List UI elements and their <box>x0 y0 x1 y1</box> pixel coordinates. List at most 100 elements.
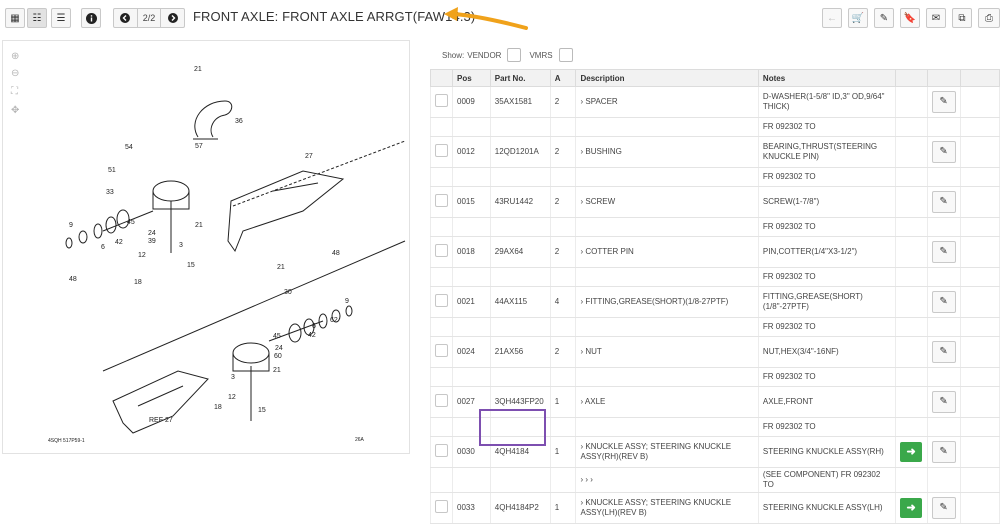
svg-text:15: 15 <box>187 262 195 269</box>
subrow-notes: FR 092302 TO <box>757 317 896 337</box>
next-page-button[interactable] <box>161 9 184 27</box>
svg-text:60: 60 <box>274 353 282 360</box>
row-checkbox[interactable] <box>435 94 448 107</box>
cell-description[interactable]: › KNUCKLE ASSY; STEERING KNUCKLE ASSY(RH… <box>575 436 759 468</box>
svg-text:42: 42 <box>115 239 123 246</box>
svg-text:39: 39 <box>148 238 156 245</box>
svg-text:3: 3 <box>231 374 235 381</box>
row-checkbox[interactable] <box>435 144 448 157</box>
cell-notes: D-WASHER(1-5/8" ID,3" OD,9/64" THICK) <box>757 86 896 118</box>
info-button[interactable] <box>81 8 101 28</box>
table-row[interactable]: 0015 43RU1442 2 › SCREW SCREW(1-7/8") ✎ <box>430 186 1000 218</box>
svg-text:54: 54 <box>125 144 133 151</box>
edit-row-button[interactable]: ✎ <box>931 291 956 313</box>
cell-description[interactable]: › NUT <box>575 336 759 368</box>
row-checkbox[interactable] <box>435 344 448 357</box>
menu-icon: ☰ <box>56 12 66 24</box>
row-checkbox[interactable] <box>435 394 448 407</box>
list-view-button[interactable]: ☷ <box>27 8 47 28</box>
subrow-notes: FR 092302 TO <box>757 217 896 237</box>
table-row[interactable]: 0021 44AX115 4 › FITTING,GREASE(SHORT)(1/8-… <box>430 286 1000 318</box>
grid-view-button[interactable]: ▦ <box>5 8 25 28</box>
svg-text:24: 24 <box>275 345 283 352</box>
col-pos[interactable]: Pos <box>452 69 491 87</box>
prev-page-button[interactable] <box>114 9 137 27</box>
row-checkbox[interactable] <box>435 294 448 307</box>
table-header-row: Pos Part No. A Description Notes <box>430 69 1000 87</box>
print-button[interactable]: ⎙ <box>978 8 1000 28</box>
cell-description[interactable]: › FITTING,GREASE(SHORT)(1/8-27PTF) <box>575 286 759 318</box>
pencil-icon: ✎ <box>939 502 948 513</box>
table-subrow: › › › (SEE COMPONENT) FR 092302 TO <box>430 467 1000 493</box>
cell-pos: 0015 <box>452 186 491 218</box>
svg-text:9: 9 <box>345 298 349 305</box>
svg-text:6: 6 <box>101 244 105 251</box>
go-to-component-button[interactable]: ➜ <box>900 498 923 518</box>
cell-a: 2 <box>549 336 577 368</box>
table-row[interactable]: 0033 4QH4184P2 1 › KNUCKLE ASSY; STEERING K… <box>430 492 1000 524</box>
table-row[interactable]: 0024 21AX56 2 › NUT NUT,HEX(3/4"-16NF) ✎ <box>430 336 1000 368</box>
row-checkbox[interactable] <box>435 244 448 257</box>
ref-label: REF 27 <box>149 417 173 424</box>
col-description[interactable]: Description <box>575 69 759 87</box>
pencil-icon: ✎ <box>939 446 948 457</box>
edit-button[interactable]: ✎ <box>874 8 894 28</box>
menu-button[interactable]: ☰ <box>51 8 71 28</box>
show-label: Show: <box>442 50 465 60</box>
vendor-checkbox[interactable] <box>507 48 522 62</box>
table-row[interactable]: 0009 35AX1581 2 › SPACER D-WASHER(1-5/8" ID,… <box>430 86 1000 118</box>
exploded-parts-diagram[interactable]: 213657 545133 27924 39321 45426 481215 1… <box>3 41 409 453</box>
svg-text:18: 18 <box>134 279 142 286</box>
edit-row-button[interactable]: ✎ <box>931 141 956 163</box>
edit-row-button[interactable]: ✎ <box>931 91 956 113</box>
arrow-right-icon: ➜ <box>906 446 916 458</box>
go-to-component-button[interactable]: ➜ <box>900 442 923 462</box>
cell-pos: 0033 <box>452 492 491 524</box>
row-checkbox[interactable] <box>435 444 448 457</box>
email-button[interactable]: ✉ <box>926 8 946 28</box>
edit-row-button[interactable]: ✎ <box>931 241 956 263</box>
cell-description[interactable]: › SCREW <box>575 186 759 218</box>
vmrs-checkbox[interactable] <box>558 48 573 62</box>
col-a[interactable]: A <box>549 69 577 87</box>
diagram-footer-right: 26A <box>355 437 365 443</box>
edit-row-button[interactable]: ✎ <box>931 191 956 213</box>
cart-button[interactable]: 🛒 <box>848 8 868 28</box>
row-checkbox[interactable] <box>435 194 448 207</box>
svg-text:21: 21 <box>277 264 285 271</box>
cell-a: 2 <box>549 236 577 268</box>
cell-notes: SCREW(1-7/8") <box>757 186 896 218</box>
cell-description[interactable]: › COTTER PIN <box>575 236 759 268</box>
edit-row-button[interactable]: ✎ <box>931 341 956 363</box>
subrow-description <box>575 317 759 337</box>
col-notes[interactable]: Notes <box>757 69 896 87</box>
edit-row-button[interactable]: ✎ <box>931 391 956 413</box>
highlight-box <box>479 409 546 446</box>
table-subrow: FR 092302 TO <box>430 267 1000 287</box>
cell-description[interactable]: › AXLE <box>575 386 759 418</box>
subrow-description <box>575 417 759 437</box>
cell-a: 1 <box>549 492 577 524</box>
subrow-description <box>575 167 759 187</box>
cell-part: 29AX64 <box>489 236 551 268</box>
parts-table: Pos Part No. A Description Notes 0009 35A… <box>430 69 1000 524</box>
table-row[interactable]: 0012 12QD1201A 2 › BUSHING BEARING,THRUST(ST… <box>430 136 1000 168</box>
cell-notes: BEARING,THRUST(STEERING KNUCKLE PIN) <box>757 136 896 168</box>
edit-row-button[interactable]: ✎ <box>931 497 956 519</box>
svg-text:45: 45 <box>273 333 281 340</box>
cell-pos: 0012 <box>452 136 491 168</box>
bookmark-button[interactable]: 🔖 <box>900 8 920 28</box>
subrow-notes: (SEE COMPONENT) FR 092302 TO <box>757 467 896 493</box>
edit-row-button[interactable]: ✎ <box>931 441 956 463</box>
col-part[interactable]: Part No. <box>489 69 551 87</box>
cell-description[interactable]: › KNUCKLE ASSY; STEERING KNUCKLE ASSY(LH… <box>575 492 759 524</box>
svg-text:24: 24 <box>148 230 156 237</box>
cell-part: 21AX56 <box>489 336 551 368</box>
row-checkbox[interactable] <box>435 500 448 513</box>
table-row[interactable]: 0018 29AX64 2 › COTTER PIN PIN,COTTER(1/4"X3… <box>430 236 1000 268</box>
cell-description[interactable]: › BUSHING <box>575 136 759 168</box>
cell-description[interactable]: › SPACER <box>575 86 759 118</box>
copy-button[interactable]: ⧉ <box>952 8 972 28</box>
back-button[interactable]: ← <box>822 8 842 28</box>
grid-icon: ▦ <box>10 12 20 24</box>
